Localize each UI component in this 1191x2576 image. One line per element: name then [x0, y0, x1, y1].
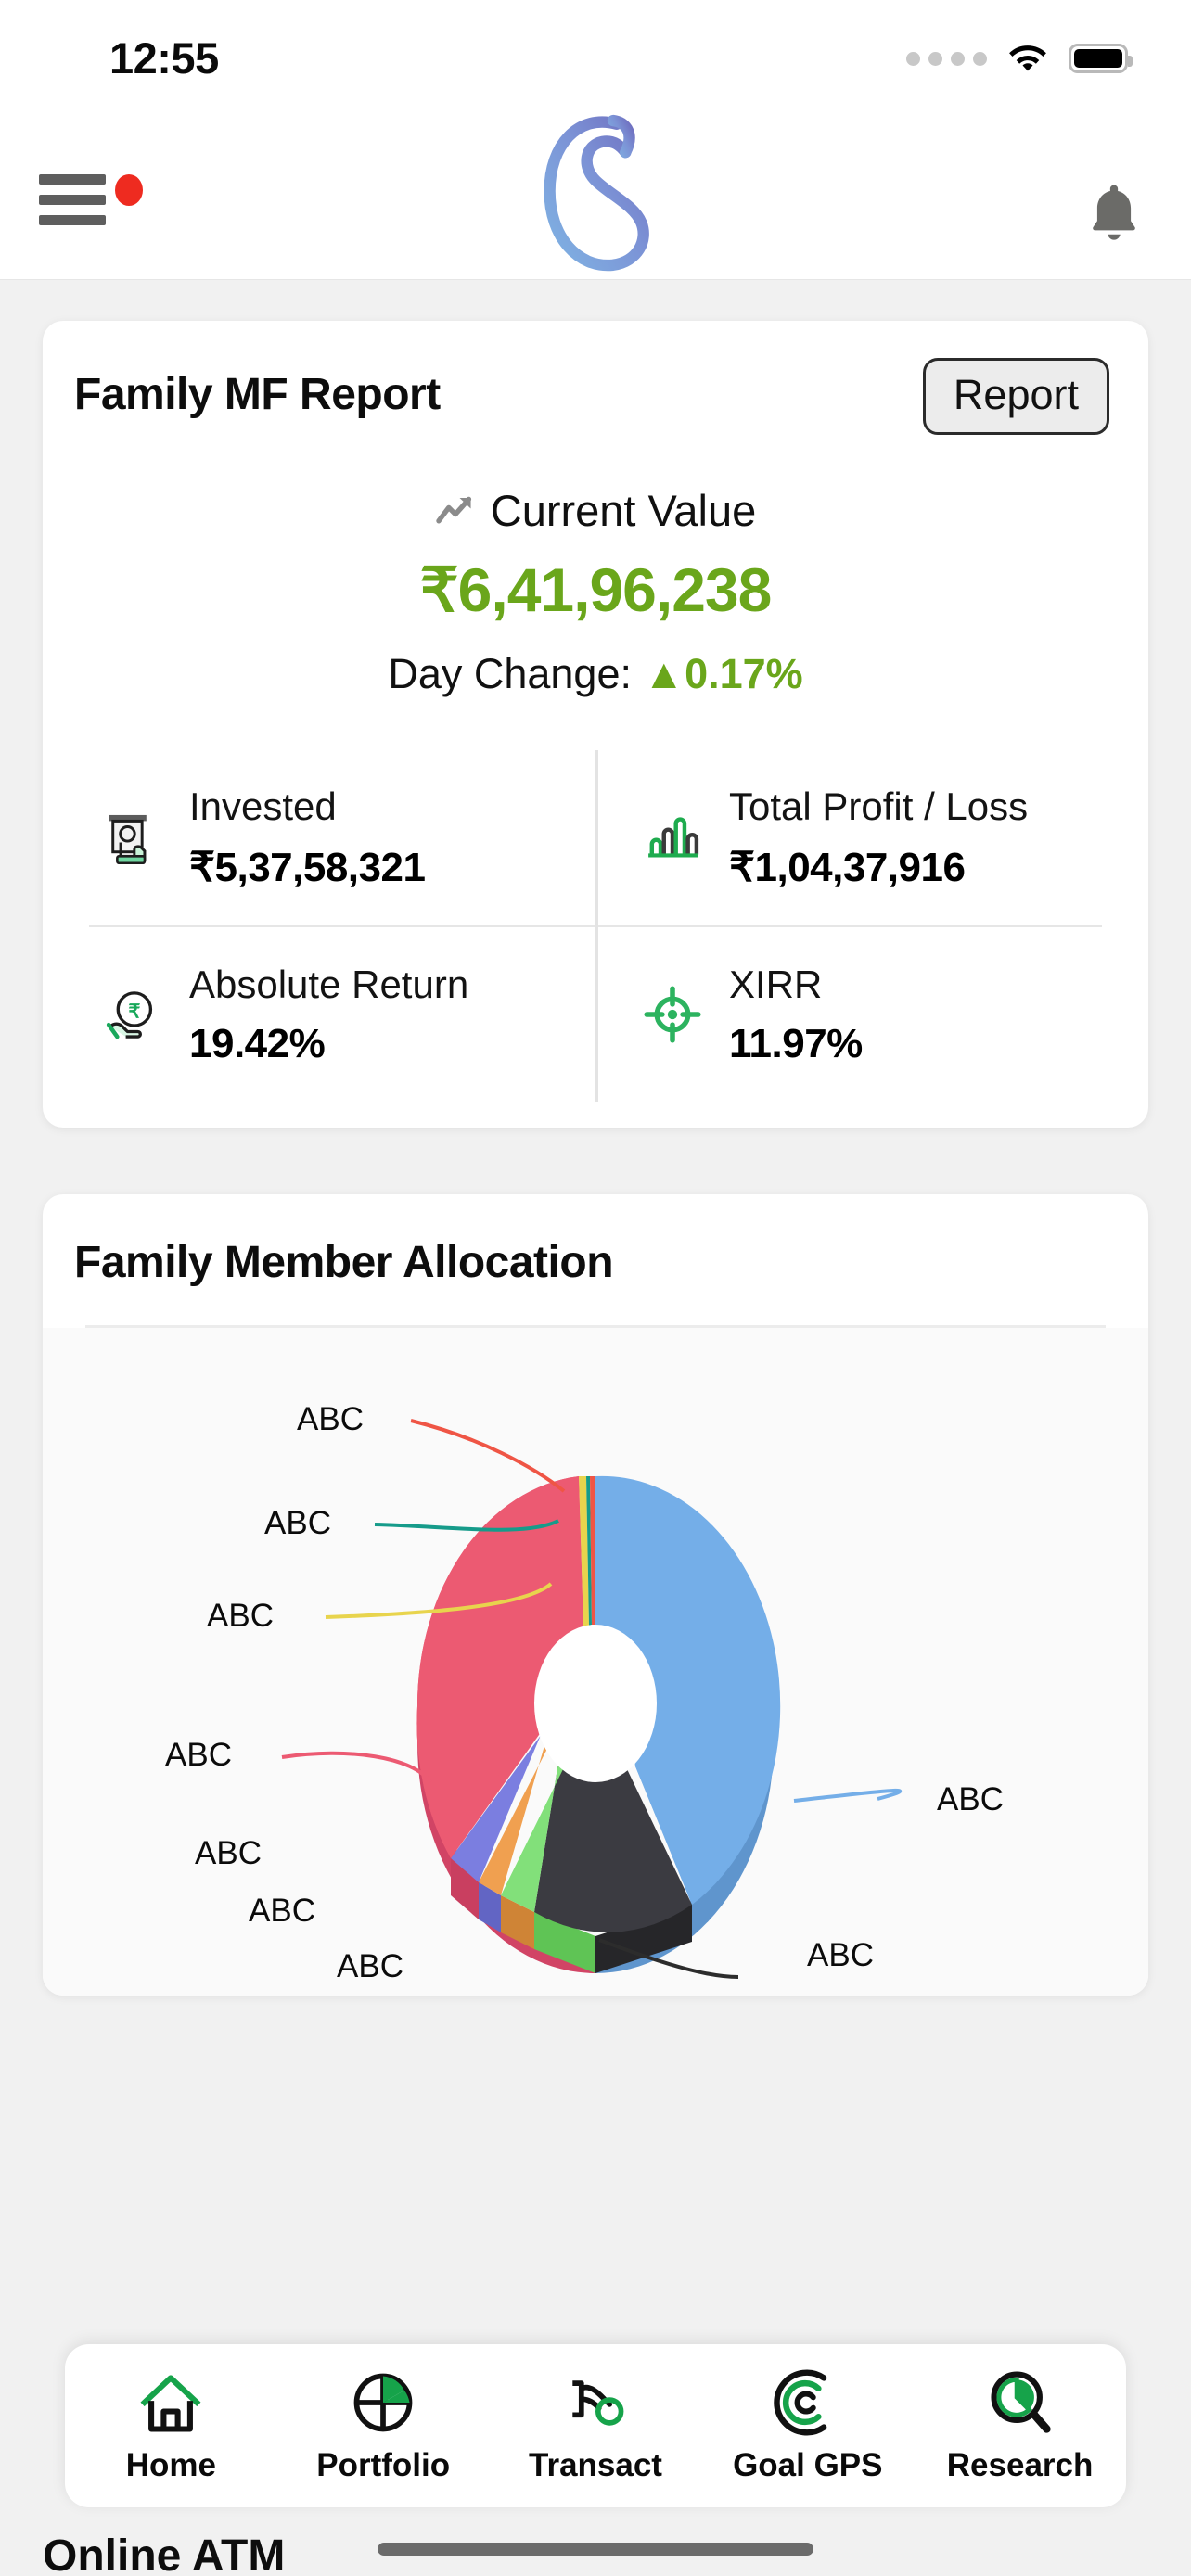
donut-chart-3d[interactable]: ABC ABC ABC ABC ABC ABC ABC ABC ABC — [43, 1328, 1148, 1996]
status-bar: 12:55 — [0, 0, 1191, 102]
page-title: Family MF Report — [74, 358, 441, 420]
stat-value: 19.42% — [189, 1021, 468, 1067]
home-indicator[interactable] — [378, 2543, 813, 2556]
stats-vertical-divider — [596, 750, 598, 1102]
hand-money-icon — [98, 803, 167, 872]
wifi-icon — [1007, 44, 1048, 73]
status-time: 12:55 — [109, 32, 219, 83]
menu-notification-dot — [115, 174, 143, 206]
current-value-label: Current Value — [491, 485, 757, 536]
pie-label: ABC — [937, 1781, 1004, 1817]
pie-chart-icon — [348, 2367, 418, 2438]
allocation-title: Family Member Allocation — [43, 1237, 1148, 1325]
day-change-label: Day Change: — [388, 650, 632, 697]
stat-total-profit-loss[interactable]: Total Profit / Loss ₹1,04,37,916 — [596, 750, 1148, 925]
nav-item-goal-gps[interactable]: Goal GPS — [701, 2344, 914, 2507]
current-value-amount: ₹6,41,96,238 — [43, 555, 1148, 626]
bottom-navigation-bar: Home Portfolio Transact Goal GPS — [65, 2344, 1126, 2507]
stat-xirr[interactable]: XIRR 11.97% — [596, 927, 1148, 1102]
nav-label: Transact — [529, 2447, 662, 2484]
day-change-row: Day Change: ▲0.17% — [43, 650, 1148, 698]
family-mf-report-card: Family MF Report Report Current Value ₹6… — [43, 321, 1148, 1128]
stat-label: Invested — [189, 784, 425, 830]
stat-invested[interactable]: Invested ₹5,37,58,321 — [43, 750, 596, 925]
svg-text:₹: ₹ — [128, 1002, 140, 1023]
pie-label: ABC — [297, 1401, 364, 1437]
hamburger-menu-icon[interactable] — [39, 174, 106, 223]
hand-coin-icon — [560, 2367, 631, 2438]
nav-label: Home — [126, 2447, 216, 2484]
report-button[interactable]: Report — [923, 358, 1109, 435]
stat-value: ₹5,37,58,321 — [189, 844, 425, 891]
nav-item-transact[interactable]: Transact — [490, 2344, 702, 2507]
radar-icon — [773, 2367, 843, 2438]
nav-item-research[interactable]: Research — [914, 2344, 1126, 2507]
donut-slices[interactable] — [416, 1476, 780, 1932]
pie-label: ABC — [207, 1598, 274, 1634]
allocation-chart[interactable]: ABC ABC ABC ABC ABC ABC ABC ABC ABC — [43, 1328, 1148, 1996]
nav-item-portfolio[interactable]: Portfolio — [277, 2344, 490, 2507]
day-change-value: 0.17% — [685, 650, 803, 697]
cs-logo — [503, 103, 688, 279]
pie-label: ABC — [165, 1737, 232, 1773]
trend-up-icon — [435, 494, 476, 528]
stat-label: Absolute Return — [189, 962, 468, 1008]
bar-chart-icon — [638, 803, 707, 872]
stat-label: Total Profit / Loss — [729, 784, 1028, 830]
stats-grid: Invested ₹5,37,58,321 Total Profit / Los… — [43, 750, 1148, 1102]
pie-label: ABC — [249, 1893, 315, 1929]
rupee-coin-hand-icon: ₹ — [98, 980, 167, 1049]
pie-label: ABC — [807, 1937, 874, 1973]
status-indicators — [906, 44, 1128, 73]
home-icon — [135, 2367, 206, 2438]
nav-label: Research — [947, 2447, 1094, 2484]
pie-label: ABC — [264, 1505, 331, 1541]
battery-full-icon — [1069, 44, 1128, 73]
signal-dots-icon — [906, 52, 987, 66]
mf-card-header: Family MF Report Report — [43, 358, 1148, 435]
bell-icon[interactable] — [1085, 180, 1143, 247]
stat-value: 11.97% — [729, 1021, 863, 1067]
target-crosshair-icon — [638, 980, 707, 1049]
nav-label: Portfolio — [316, 2447, 450, 2484]
nav-label: Goal GPS — [733, 2447, 882, 2484]
nav-item-home[interactable]: Home — [65, 2344, 277, 2507]
magnifier-pie-icon — [985, 2367, 1056, 2438]
day-change-arrow-icon: ▲ — [644, 650, 685, 697]
scroll-content[interactable]: Family MF Report Report Current Value ₹6… — [0, 280, 1191, 2576]
stat-value: ₹1,04,37,916 — [729, 844, 1028, 891]
app-header — [0, 102, 1191, 280]
stat-absolute-return[interactable]: ₹ Absolute Return 19.42% — [43, 927, 596, 1102]
current-value-label-row: Current Value — [43, 485, 1148, 536]
pie-label: ABC — [337, 1948, 403, 1984]
pie-label: ABC — [195, 1835, 262, 1871]
stat-label: XIRR — [729, 962, 863, 1008]
family-member-allocation-card: Family Member Allocation — [43, 1194, 1148, 1996]
